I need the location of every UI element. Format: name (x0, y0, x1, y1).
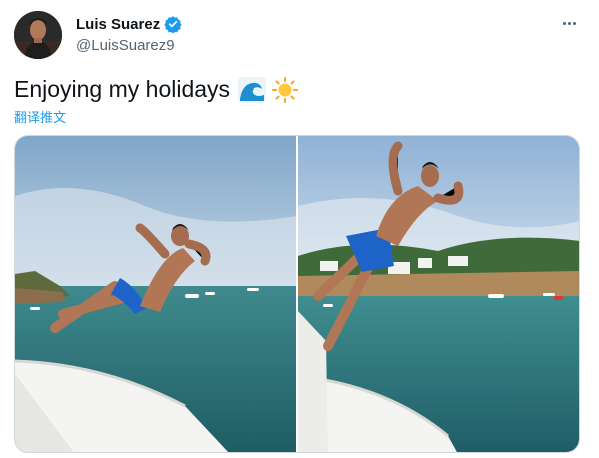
author-handle[interactable]: @LuisSuarez9 (76, 37, 175, 54)
tweet-media-grid (14, 135, 580, 453)
tweet-text-row: Enjoying my holidays (14, 76, 299, 103)
tweet-photo-2[interactable] (298, 136, 579, 452)
author-name-row: Luis Suarez (76, 15, 182, 34)
translate-tweet-link[interactable]: 翻译推文 (14, 107, 66, 126)
verified-badge-icon (164, 15, 182, 34)
tweet-card: Luis Suarez @LuisSuarez9 Enjoying my hol… (0, 0, 599, 458)
tweet-text: Enjoying my holidays (14, 76, 231, 102)
author-avatar[interactable] (14, 11, 62, 59)
tweet-photo-1[interactable] (15, 136, 296, 452)
sun-emoji-icon (272, 76, 299, 103)
water-wave-emoji-icon (238, 76, 267, 103)
more-options-icon[interactable] (559, 13, 579, 33)
author-display-name[interactable]: Luis Suarez (76, 16, 160, 33)
